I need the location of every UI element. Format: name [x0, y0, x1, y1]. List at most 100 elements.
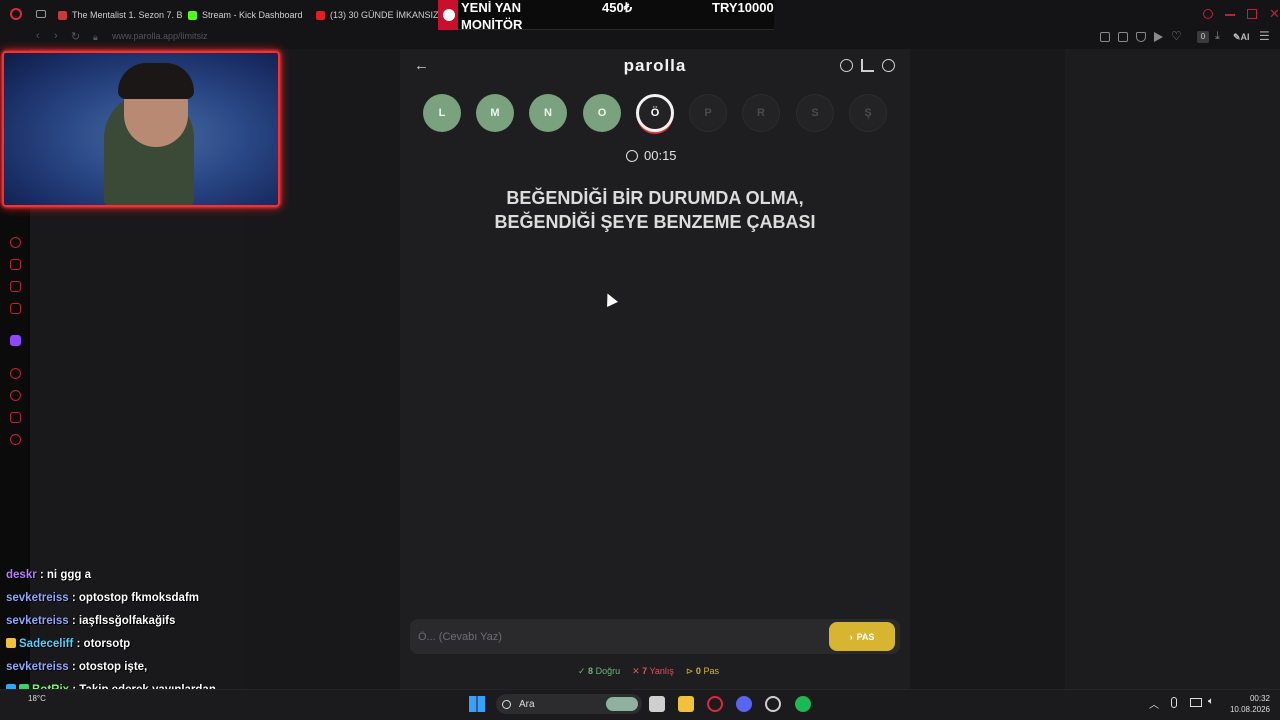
url-text[interactable]: www.parolla.app/limitsiz	[112, 31, 208, 41]
chat-username: Sadeceliff	[19, 638, 74, 650]
wrong-count: 7	[642, 666, 648, 676]
ai-label: AI	[1240, 32, 1250, 42]
opera-logo-icon[interactable]	[10, 8, 22, 20]
restore-icon[interactable]	[1247, 9, 1257, 19]
banner-line-2: MONİTÖR	[461, 17, 523, 32]
pass-button[interactable]: › PAS	[829, 622, 895, 651]
youtube-icon	[316, 10, 325, 20]
chat-text: : optostop fkmoksdafm	[68, 592, 200, 604]
wrong-label: Yanlış	[649, 666, 674, 676]
question-text: BEĞENDİĞİ BİR DURUMDA OLMA, BEĞENDİĞİ ŞE…	[430, 186, 880, 234]
close-icon[interactable]: ✕	[1269, 7, 1280, 20]
page-title: parolla	[623, 56, 687, 75]
letter-circle-todo: P	[689, 94, 727, 132]
weather-widget[interactable]: 18°C	[28, 694, 46, 703]
answer-input[interactable]	[418, 627, 818, 647]
letter-circle-done: L	[423, 94, 461, 132]
download-icon[interactable]: ⤓	[1215, 30, 1220, 43]
chat-message: sevketreiss : otostop işte,	[6, 661, 147, 673]
crown-badge-icon	[6, 638, 16, 648]
tray-chevron-icon[interactable]: ︿	[1149, 696, 1159, 711]
discord-icon[interactable]	[736, 696, 752, 712]
back-arrow-icon[interactable]: ‹	[36, 30, 40, 42]
opera-gx-icon[interactable]	[707, 696, 723, 712]
chat-text: : iaşflssğolfakağifs	[68, 615, 176, 627]
ai-icon: ✎	[1233, 32, 1241, 42]
tab-label: The Mentalist 1. Sezon 7. B	[72, 10, 183, 20]
game-panel	[400, 49, 910, 689]
lock-icon: 🔒︎	[93, 32, 98, 42]
whatsapp-icon[interactable]	[10, 303, 21, 314]
banner-goal: TRY10000	[712, 0, 774, 15]
stats-chart-icon[interactable]	[861, 59, 874, 72]
tab-youtube[interactable]: (13) 30 GÜNDE İMKANSIZ	[316, 8, 439, 22]
clock-time: 00:32	[1249, 694, 1270, 703]
correct-count: 8	[588, 666, 594, 676]
chat-message: sevketreiss : iaşflssğolfakağifs	[6, 615, 175, 627]
webcam-overlay	[2, 51, 280, 207]
search-label: Ara	[519, 698, 535, 710]
minimize-icon[interactable]	[1225, 14, 1235, 16]
score-stats: ✓ 8 Doğru ✕ 7 Yanlış ⊳ 0 Pas	[578, 666, 719, 677]
search-icon[interactable]	[1203, 9, 1213, 19]
microphone-icon[interactable]	[1171, 697, 1177, 708]
menu-icon[interactable]: ☰	[1259, 29, 1270, 43]
search-icon	[502, 699, 511, 709]
chat-text: : otostop işte,	[68, 661, 148, 673]
system-clock[interactable]: 00:32 10.08.2026	[1226, 693, 1270, 715]
letter-circle-done: O	[583, 94, 621, 132]
weather-temp: 18°C	[28, 694, 46, 703]
chevron-right-icon: ›	[849, 631, 853, 642]
settings-icon[interactable]	[10, 434, 21, 445]
search-highlight-image	[606, 697, 638, 711]
play-icon[interactable]	[1154, 32, 1163, 42]
wrong-stat: ✕ 7 Yanlış	[632, 666, 674, 676]
shield-icon[interactable]	[1136, 32, 1146, 42]
heart-icon[interactable]: ♡	[1171, 29, 1182, 43]
extension-badge[interactable]: 0	[1197, 31, 1209, 43]
pass-stat-label: Pas	[703, 666, 719, 676]
task-view-icon[interactable]	[649, 696, 665, 712]
film-icon	[58, 10, 67, 20]
network-icon[interactable]	[1190, 698, 1202, 707]
speed-dial-icon[interactable]	[10, 237, 21, 248]
right-panel	[1065, 49, 1280, 689]
chat-username: sevketreiss	[6, 592, 69, 604]
timer-value: 00:15	[644, 148, 677, 163]
letter-circle-todo: S	[796, 94, 834, 132]
pass-stat: ⊳ 0 Pas	[685, 666, 719, 676]
tab-icon[interactable]	[36, 10, 46, 18]
bookmark-icon[interactable]	[1100, 32, 1110, 42]
history-icon[interactable]	[10, 390, 21, 401]
letter-circle-done: N	[529, 94, 567, 132]
player-icon[interactable]	[10, 368, 21, 379]
tab-label: Stream - Kick Dashboard	[202, 10, 303, 20]
chat-username: sevketreiss	[6, 661, 69, 673]
reload-icon[interactable]: ↻	[71, 30, 80, 43]
pass-label: PAS	[856, 631, 875, 642]
steam-icon[interactable]	[765, 696, 781, 712]
info-icon[interactable]	[840, 59, 853, 72]
tab-kick-dashboard[interactable]: Stream - Kick Dashboard	[188, 8, 303, 22]
taskbar-search[interactable]: Ara	[496, 694, 642, 714]
snapshot-icon[interactable]	[1118, 32, 1128, 42]
window-controls: ✕	[1203, 7, 1280, 20]
banner-play-icon	[443, 9, 455, 21]
banner-line-1: YENİ YAN	[461, 0, 521, 15]
ai-icon[interactable]	[10, 259, 21, 270]
profile-icon[interactable]	[882, 59, 895, 72]
ai-button[interactable]: ✎AI	[1233, 32, 1250, 43]
windows-start-icon[interactable]	[469, 696, 485, 712]
file-explorer-icon[interactable]	[678, 696, 694, 712]
tab-mentalist[interactable]: The Mentalist 1. Sezon 7. B	[58, 8, 183, 22]
extensions-icon[interactable]	[10, 412, 21, 423]
spotify-icon[interactable]	[795, 696, 811, 712]
forward-arrow-icon[interactable]: ›	[54, 30, 58, 42]
messenger-icon[interactable]	[10, 281, 21, 292]
twitch-icon[interactable]	[10, 335, 21, 346]
volume-icon[interactable]: 🔈︎	[1208, 696, 1214, 707]
chat-message: Sadeceliff : otorsotp	[6, 638, 130, 650]
chat-message: deskr : ni ggg a	[6, 569, 91, 581]
chat-message: sevketreiss : optostop fkmoksdafm	[6, 592, 199, 604]
pass-count: 0	[695, 666, 701, 676]
